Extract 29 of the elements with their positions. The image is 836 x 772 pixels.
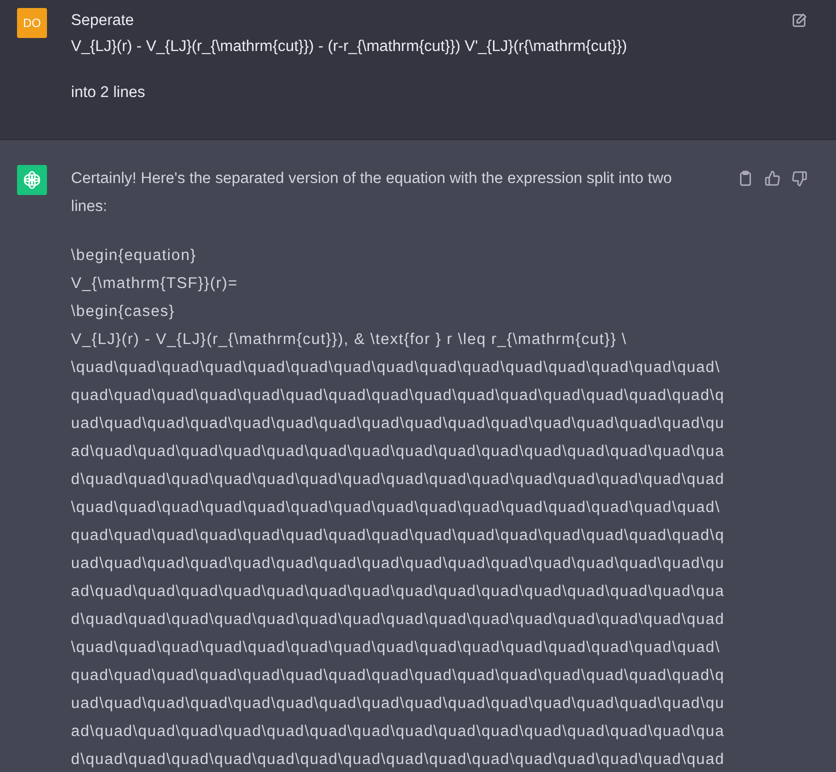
message-text: V_{LJ}(r) - V_{LJ}(r_{\mathrm{cut}}), & \text{for } r \leq r_{\mathrm{cut}} \ [71, 330, 628, 350]
message-text: quad\quad\quad\quad\quad\quad\quad\quad\quad\quad\quad\quad\quad\quad\quad\q [71, 526, 726, 546]
message-text: \quad\quad\quad\quad\quad\quad\quad\quad\quad\quad\quad\quad\quad\quad\quad\ [71, 638, 722, 658]
message-text: V_{LJ}(r) - V_{LJ}(r_{\mathrm{cut}}) - (r-r_{\mathrm{cut}}) V'_{LJ}(r{\mathrm{cut}}) [71, 37, 628, 57]
message-text: \begin{cases} [71, 302, 176, 322]
message-text: uad\quad\quad\quad\quad\quad\quad\quad\quad\quad\quad\quad\quad\quad\quad\qu [71, 554, 726, 574]
thumbs-down-icon[interactable] [791, 170, 808, 187]
clipboard-icon[interactable] [737, 170, 754, 187]
message-text: Seperate [71, 11, 135, 31]
message-text: into 2 lines [71, 83, 146, 103]
knot-icon [22, 170, 42, 190]
message-text: uad\quad\quad\quad\quad\quad\quad\quad\quad\quad\quad\quad\quad\quad\quad\qu [71, 694, 726, 714]
message-text: \quad\quad\quad\quad\quad\quad\quad\quad\quad\quad\quad\quad\quad\quad\quad\ [71, 498, 722, 518]
message-text: \quad\quad\quad\quad\quad\quad\quad\quad\quad\quad\quad\quad\quad\quad\quad\ [71, 358, 722, 378]
message-text: d\quad\quad\quad\quad\quad\quad\quad\quad\quad\quad\quad\quad\quad\quad\quad [71, 750, 726, 770]
avatar: DO [17, 8, 47, 38]
message-text: ad\quad\quad\quad\quad\quad\quad\quad\quad\quad\quad\quad\quad\quad\quad\qua [71, 722, 726, 742]
message-text: V_{\mathrm{TSF}}(r)= [71, 274, 239, 294]
message-text: quad\quad\quad\quad\quad\quad\quad\quad\quad\quad\quad\quad\quad\quad\quad\q [71, 666, 726, 686]
message-text: d\quad\quad\quad\quad\quad\quad\quad\quad\quad\quad\quad\quad\quad\quad\quad [71, 610, 726, 630]
message-text: ad\quad\quad\quad\quad\quad\quad\quad\quad\quad\quad\quad\quad\quad\quad\qua [71, 582, 726, 602]
message-text: quad\quad\quad\quad\quad\quad\quad\quad\quad\quad\quad\quad\quad\quad\quad\q [71, 386, 726, 406]
message-text: d\quad\quad\quad\quad\quad\quad\quad\quad\quad\quad\quad\quad\quad\quad\quad [71, 470, 726, 490]
message-text: Certainly! Here's the separated version of the equation with the expression split into two lines: [71, 169, 673, 217]
message-text: uad\quad\quad\quad\quad\quad\quad\quad\quad\quad\quad\quad\quad\quad\quad\qu [71, 414, 726, 434]
message-text: \begin{equation} [71, 246, 198, 266]
thumbs-up-icon[interactable] [764, 170, 781, 187]
edit-icon[interactable] [791, 12, 808, 29]
message-text: ad\quad\quad\quad\quad\quad\quad\quad\quad\quad\quad\quad\quad\quad\quad\qua [71, 442, 726, 462]
